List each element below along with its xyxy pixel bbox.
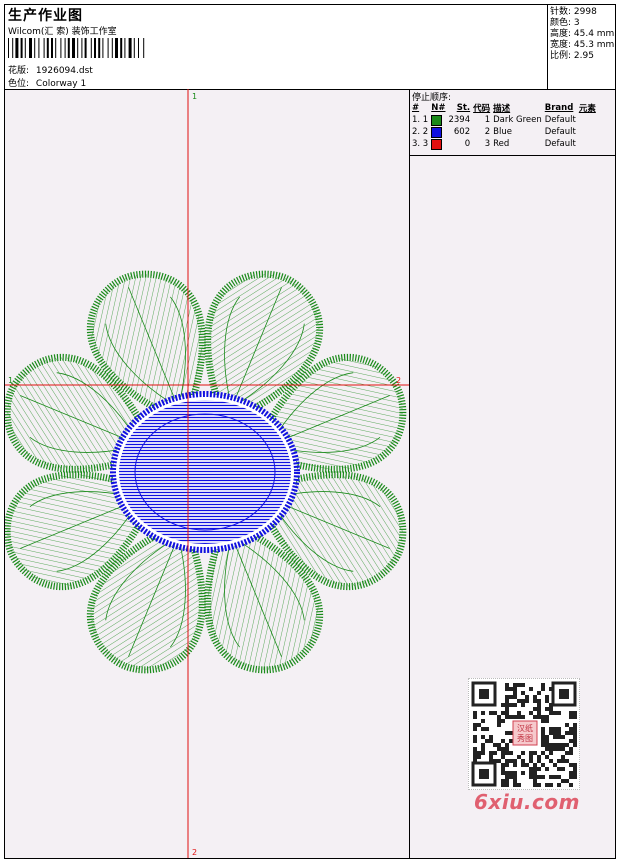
col-needle: N# (431, 103, 446, 113)
col-stitches: St. (456, 103, 471, 113)
stitch-count: 针数: 2998 (550, 7, 597, 17)
stop-sequence-panel: 停止顺序: # N# St. 代码 描述 Brand 元素 1. 1 2394 (410, 89, 615, 156)
svg-text:秀图: 秀图 (517, 733, 533, 743)
col-code: 代码 (473, 104, 491, 114)
col-index: # (412, 103, 420, 113)
marker-bottom: 2 (192, 848, 197, 857)
embroidery-design: 1 2 1 2 (5, 89, 409, 858)
design-canvas: 1 2 1 2 (5, 89, 410, 858)
table-row: 2. 2 602 2 Blue Default (412, 126, 599, 138)
design-stats: 针数: 2998 颜色: 3 高度: 45.4 mm 宽度: 45.3 mm 比… (547, 5, 615, 89)
qr-code: 汉纸 秀图 (468, 678, 580, 790)
table-row: 1. 1 2394 1 Dark Green Default (412, 114, 599, 126)
watermark-site: 6xiu.com (474, 790, 580, 814)
swatch-green (431, 114, 443, 126)
row-brand: Default (544, 127, 576, 137)
qr-code-graphic: 汉纸 秀图 (471, 681, 577, 787)
row-index: 2. 2 (412, 127, 429, 137)
marker-top: 1 (192, 92, 197, 101)
row-code: 1 (484, 115, 491, 125)
row-brand: Default (544, 139, 576, 149)
marker-left: 1 (8, 376, 13, 385)
col-description: 描述 (493, 104, 511, 114)
color-swatch (431, 138, 448, 150)
qr-stamp-text: 汉纸 (517, 723, 533, 733)
swatch-red (431, 138, 443, 150)
col-element: 元素 (578, 104, 596, 114)
row-index: 3. 3 (412, 139, 429, 149)
design-value: 1926094.dst (35, 66, 93, 76)
design-ratio: 比例: 2.95 (550, 51, 594, 61)
marker-right: 2 (396, 376, 401, 385)
color-swatch (431, 126, 448, 138)
header-info: 生产作业图 Wilcom(汇 索) 装饰工作室 花版: 1926094.dst … (5, 5, 547, 89)
row-stitches: 0 (464, 139, 471, 149)
studio-name: Wilcom(汇 索) 装饰工作室 (8, 27, 117, 37)
design-file: 花版: 1926094.dst (8, 63, 93, 76)
row-description: Blue (493, 127, 512, 137)
swatch-blue (431, 126, 443, 138)
col-brand: Brand (544, 103, 574, 113)
stop-sequence-table: # N# St. 代码 描述 Brand 元素 1. 1 2394 1 Dark… (412, 102, 599, 150)
row-description: Dark Green (493, 115, 542, 125)
table-row: 3. 3 0 3 Red Default (412, 138, 599, 150)
row-code: 2 (484, 127, 491, 137)
design-label: 花版: (8, 66, 30, 76)
colorway-value: Colorway 1 (35, 79, 87, 89)
row-index: 1. 1 (412, 115, 429, 125)
colorway: 色位: Colorway 1 (8, 76, 86, 89)
colorway-label: 色位: (8, 79, 30, 89)
row-brand: Default (544, 115, 576, 125)
color-count: 颜色: 3 (550, 18, 580, 28)
row-description: Red (493, 139, 510, 149)
design-width: 宽度: 45.3 mm (550, 40, 615, 50)
row-code: 3 (484, 139, 491, 149)
flower-center (110, 391, 300, 553)
page-title: 生产作业图 (8, 8, 83, 24)
color-swatch (431, 114, 448, 126)
design-height: 高度: 45.4 mm (550, 29, 615, 39)
row-stitches: 602 (453, 127, 471, 137)
row-stitches: 2394 (448, 115, 471, 125)
barcode (8, 38, 145, 58)
table-header-row: # N# St. 代码 描述 Brand 元素 (412, 102, 599, 114)
header: 生产作业图 Wilcom(汇 索) 装饰工作室 花版: 1926094.dst … (5, 5, 615, 90)
